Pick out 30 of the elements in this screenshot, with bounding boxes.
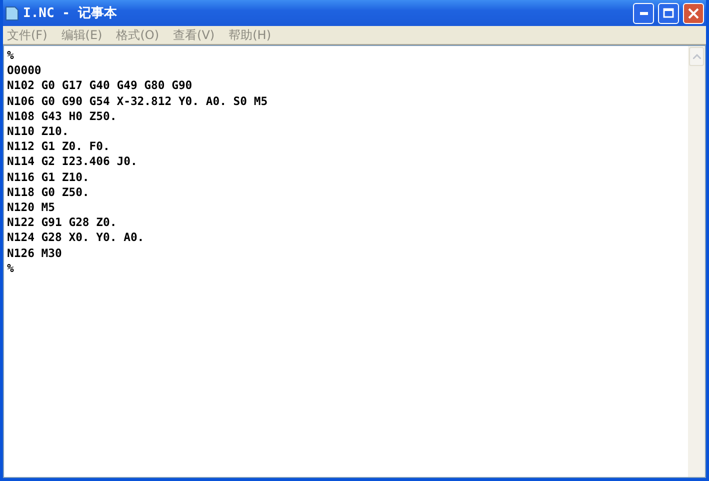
minimize-icon (640, 12, 648, 14)
code-line: N118 G0 Z50. (7, 184, 90, 200)
close-button[interactable] (683, 2, 704, 24)
menu-item[interactable]: 帮助(H) (228, 26, 271, 44)
maximize-button[interactable] (658, 2, 679, 24)
code-line: N124 G28 X0. Y0. A0. (7, 230, 146, 246)
close-icon (688, 8, 699, 18)
code-line: O0000 (7, 63, 42, 78)
code-line: N110 Z10. (7, 124, 70, 140)
code-line: % (7, 260, 15, 276)
code-line: N102 G0 G17 G40 G49 G80 G90 (7, 78, 194, 94)
code-line: N108 G43 H0 Z50. (7, 108, 118, 124)
menu-item[interactable]: 编辑(E) (61, 26, 102, 44)
code-line: N122 G91 G28 Z0. (7, 215, 118, 230)
code-line: N106 G0 G90 G54 X-32.812 Y0. A0. S0 M5 (7, 94, 269, 109)
notepad-icon (5, 5, 19, 21)
menu-item[interactable]: 查看(V) (173, 26, 215, 44)
menu-item[interactable]: 文件(F) (7, 26, 48, 44)
code-line: % (7, 48, 15, 64)
window-title: I.NC - 记事本 (23, 5, 118, 22)
code-line: N114 G2 I23.406 J0. (7, 154, 138, 170)
code-line: N116 G1 Z10. (7, 170, 90, 185)
minimize-button[interactable] (633, 2, 654, 24)
menu-item[interactable]: 格式(O) (116, 26, 160, 44)
code-line: N126 M30 (7, 246, 63, 261)
maximize-icon (663, 8, 674, 18)
caret-up-icon (692, 54, 700, 59)
scrollbar[interactable] (688, 46, 705, 477)
code-line: N112 G1 Z0. F0. (7, 139, 111, 154)
code-line: N120 M5 (7, 200, 56, 216)
